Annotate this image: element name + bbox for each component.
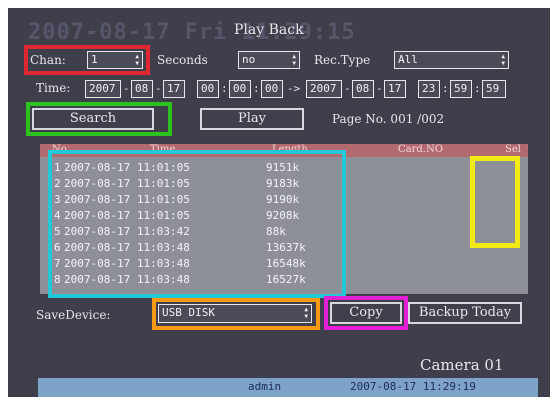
start-month-field[interactable]: 08 <box>131 80 153 98</box>
end-day-field[interactable]: 17 <box>384 80 406 98</box>
end-minute-field[interactable]: 59 <box>450 80 472 98</box>
camera-label: Camera 01 <box>420 356 504 374</box>
status-datetime: 2007-08-17 11:29:19 <box>350 380 476 393</box>
date-separator: - <box>376 82 383 95</box>
start-day-field[interactable]: 17 <box>163 80 185 98</box>
date-separator: - <box>344 82 351 95</box>
header-card-no: Card.NO <box>398 144 443 155</box>
time-label: Time: <box>36 81 71 95</box>
playback-screen: 2007-08-17 Fri 11:29:15 Play Back Chan: … <box>8 8 550 397</box>
status-bar: admin 2007-08-17 11:29:19 <box>38 378 538 397</box>
page-title: Play Back <box>234 22 304 38</box>
start-year-field[interactable]: 2007 <box>85 80 121 98</box>
seconds-label: Seconds <box>157 53 208 67</box>
range-arrow: -> <box>287 82 301 95</box>
rec-type-select[interactable]: All <box>394 51 509 69</box>
save-device-highlight-box <box>152 298 320 330</box>
time-separator: : <box>442 82 449 95</box>
save-device-label: SaveDevice: <box>36 308 111 322</box>
end-month-field[interactable]: 08 <box>352 80 374 98</box>
backup-today-button[interactable]: Backup Today <box>408 302 522 324</box>
status-user: admin <box>248 380 282 393</box>
sel-column-highlight-box <box>470 156 520 248</box>
copy-highlight-box <box>324 296 408 330</box>
end-second-field[interactable]: 59 <box>482 80 506 98</box>
page-number: Page No. 001 /002 <box>332 112 445 126</box>
start-minute-field[interactable]: 00 <box>229 80 251 98</box>
header-sel: Sel <box>505 144 521 155</box>
seconds-select[interactable]: no <box>238 51 300 69</box>
background-datetime: 2007-08-17 Fri 11:29:15 <box>28 20 356 45</box>
search-highlight-box <box>26 102 172 136</box>
time-separator: : <box>253 82 260 95</box>
chan-highlight-box <box>24 45 150 75</box>
time-separator: : <box>221 82 228 95</box>
time-separator: : <box>474 82 481 95</box>
date-separator: - <box>155 82 162 95</box>
results-highlight-box <box>48 150 346 298</box>
end-year-field[interactable]: 2007 <box>306 80 342 98</box>
play-button[interactable]: Play <box>200 108 304 130</box>
rec-type-label: Rec.Type <box>314 53 371 67</box>
end-hour-field[interactable]: 23 <box>418 80 440 98</box>
start-hour-field[interactable]: 00 <box>197 80 219 98</box>
start-second-field[interactable]: 00 <box>261 80 283 98</box>
date-separator: - <box>123 82 130 95</box>
